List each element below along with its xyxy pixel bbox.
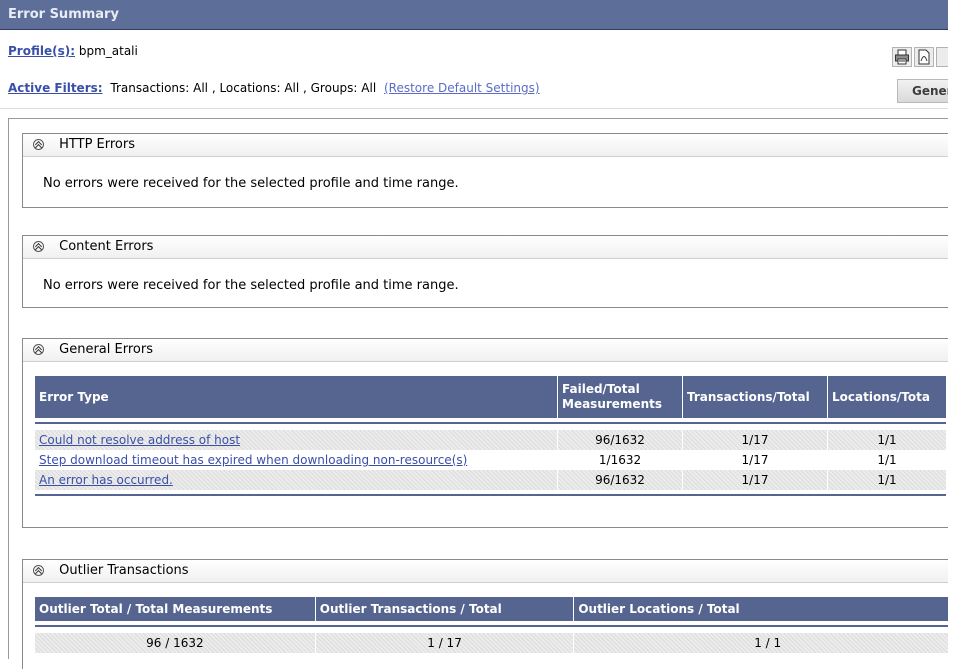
title-underline — [0, 29, 948, 30]
profile-row: Profile(s): bpm_atali — [8, 44, 138, 58]
content-errors-header[interactable]: Content Errors — [23, 235, 955, 259]
restore-default-settings-link[interactable]: (Restore Default Settings) — [384, 81, 540, 95]
column-header[interactable]: Transactions/Total — [683, 376, 828, 418]
column-header[interactable]: Error Type — [35, 376, 558, 418]
generate-button[interactable]: Gener — [897, 79, 955, 103]
content-errors-message: No errors were received for the selected… — [43, 278, 459, 293]
general-errors-title: General Errors — [59, 342, 153, 357]
column-header[interactable]: Outlier Total / Total Measurements — [35, 597, 316, 621]
transactions-total-cell: 1/17 — [683, 470, 828, 490]
http-errors-title: HTTP Errors — [59, 137, 136, 152]
collapse-icon[interactable] — [33, 565, 44, 576]
active-filters-value: Transactions: All , Locations: All , Gro… — [110, 81, 377, 95]
outlier-transactions-table: Outlier Total / Total Measurements Outli… — [35, 597, 955, 653]
error-type-link[interactable]: Could not resolve address of host — [39, 433, 240, 447]
failed-total-cell: 1/1632 — [558, 450, 683, 470]
outlier-transactions-title: Outlier Transactions — [59, 563, 189, 578]
locations-total-cell: 1/1 — [828, 450, 947, 470]
outlier-transactions-section: Outlier Transactions Outlier Total / Tot… — [22, 559, 955, 669]
general-errors-header[interactable]: General Errors — [23, 338, 955, 362]
locations-total-cell: 1/1 — [828, 430, 947, 450]
table-row: Could not resolve address of host 96/163… — [35, 430, 947, 450]
right-edge — [948, 0, 955, 659]
active-filters-link[interactable]: Active Filters: — [8, 81, 103, 95]
collapse-icon[interactable] — [33, 139, 44, 150]
outlier-locations-cell: 1 / 1 — [574, 633, 955, 653]
error-type-link[interactable]: Step download timeout has expired when d… — [39, 453, 467, 467]
pdf-icon[interactable] — [914, 47, 934, 67]
content-errors-title: Content Errors — [59, 239, 154, 254]
column-header[interactable]: Outlier Transactions / Total — [315, 597, 575, 621]
table-row: Step download timeout has expired when d… — [35, 450, 947, 470]
profile-value: bpm_atali — [78, 44, 138, 58]
outlier-total-cell: 96 / 1632 — [35, 633, 316, 653]
column-header[interactable]: Outlier Locations / Total — [574, 597, 955, 621]
filters-row: Active Filters: Transactions: All , Loca… — [8, 81, 540, 95]
locations-total-cell: 1/1 — [828, 470, 947, 490]
failed-total-cell: 96/1632 — [558, 470, 683, 490]
table-row: An error has occurred. 96/1632 1/17 1/1 — [35, 470, 947, 490]
content-errors-section: Content Errors No errors were received f… — [22, 235, 955, 308]
transactions-total-cell: 1/17 — [683, 450, 828, 470]
printer-icon[interactable] — [892, 47, 912, 67]
collapse-icon[interactable] — [33, 241, 44, 252]
http-errors-section: HTTP Errors No errors were received for … — [22, 133, 955, 208]
outlier-transactions-header[interactable]: Outlier Transactions — [23, 559, 955, 583]
error-type-link[interactable]: An error has occurred. — [39, 473, 173, 487]
profile-link[interactable]: Profile(s): — [8, 44, 75, 58]
general-errors-section: General Errors Error Type Failed/Total M… — [22, 338, 955, 528]
http-errors-message: No errors were received for the selected… — [43, 176, 459, 191]
column-header[interactable]: Locations/Tota — [828, 376, 947, 418]
header-divider — [0, 108, 948, 109]
outlier-transactions-cell: 1 / 17 — [316, 633, 575, 653]
collapse-icon[interactable] — [33, 344, 44, 355]
table-row: 96 / 1632 1 / 17 1 / 1 — [35, 633, 955, 653]
page-title: Error Summary — [0, 0, 948, 30]
failed-total-cell: 96/1632 — [558, 430, 683, 450]
transactions-total-cell: 1/17 — [683, 430, 828, 450]
http-errors-header[interactable]: HTTP Errors — [23, 133, 955, 157]
general-errors-table: Error Type Failed/Total Measurements Tra… — [35, 376, 947, 496]
column-header[interactable]: Failed/Total Measurements — [558, 376, 683, 418]
